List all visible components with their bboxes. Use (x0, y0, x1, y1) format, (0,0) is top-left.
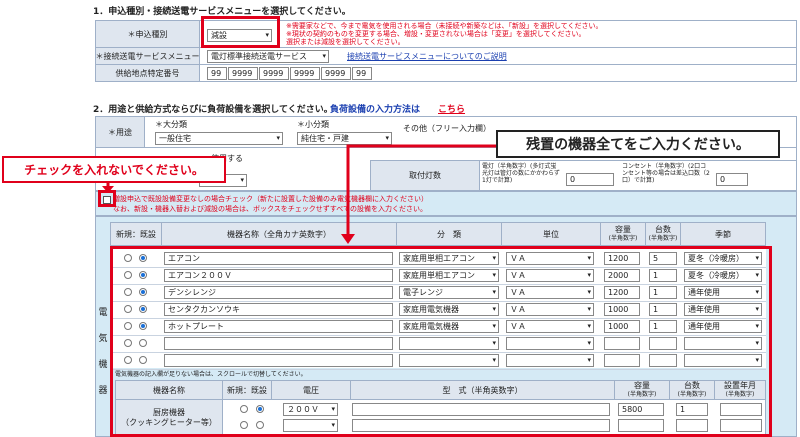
arrow-to-equipment (341, 144, 496, 244)
arrow-to-checkbox (102, 183, 114, 193)
arrows-overlay (102, 144, 496, 244)
